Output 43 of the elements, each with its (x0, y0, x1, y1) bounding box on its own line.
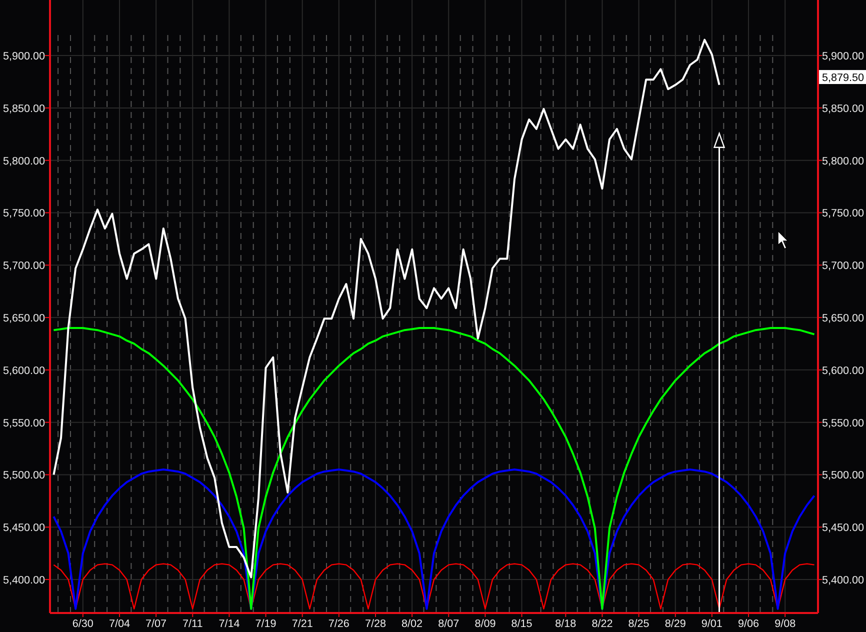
axis-label: 8/25 (628, 618, 650, 630)
axis-label: 9/06 (738, 618, 760, 630)
axis-label: 5,650.00 (2, 312, 45, 325)
axis-label: 5,600.00 (2, 364, 45, 377)
axis-label: 7/04 (108, 618, 130, 630)
axis-label: 5,850.00 (2, 102, 45, 115)
axis-label: 5,700.00 (822, 260, 864, 272)
axis-label: 9/01 (701, 618, 722, 630)
axis-label: 5,600.00 (822, 364, 864, 377)
axis-label: 5,750.00 (2, 208, 45, 220)
axis-label: 8/22 (592, 618, 613, 630)
axis-label: 5,900.00 (2, 50, 45, 63)
axis-label: 8/07 (438, 618, 460, 630)
axis-label: 5,850.00 (822, 102, 864, 115)
axis-label: 7/28 (364, 618, 386, 630)
axis-label: 5,550.00 (822, 417, 864, 430)
axis-label: 7/07 (146, 618, 167, 630)
axis-label: 5,800.00 (2, 155, 45, 168)
axis-label: 5,550.00 (2, 417, 45, 430)
axis-label: 5,450.00 (822, 522, 864, 534)
axis-label: 5,500.00 (2, 470, 45, 482)
price-tag: 5,879.50 (819, 70, 866, 84)
axis-label: 8/29 (664, 618, 686, 630)
axis-label: 8/15 (511, 618, 532, 630)
axis-label: 9/08 (774, 618, 796, 630)
axis-label: 5,450.00 (2, 522, 45, 534)
axis-label: 7/19 (255, 618, 276, 630)
axis-label: 8/02 (402, 618, 423, 630)
axis-label: 5,750.00 (822, 208, 864, 220)
axis-label: 7/14 (218, 618, 240, 630)
axis-label: 5,900.00 (822, 50, 864, 63)
axis-label: 5,500.00 (822, 470, 864, 482)
axis-label: 6/30 (72, 618, 94, 630)
axis-label: 7/21 (292, 618, 313, 630)
axis-label: 8/09 (474, 618, 496, 630)
axis-label: 8/18 (555, 618, 576, 630)
axis-label: 5,650.00 (822, 312, 864, 325)
axis-label: 5,700.00 (2, 260, 45, 272)
axis-label: 7/11 (182, 618, 203, 630)
axis-label: 5,400.00 (822, 574, 864, 587)
axis-label: 7/26 (328, 618, 350, 630)
axis-label: 5,400.00 (2, 574, 45, 587)
axis-label: 5,800.00 (822, 155, 864, 168)
